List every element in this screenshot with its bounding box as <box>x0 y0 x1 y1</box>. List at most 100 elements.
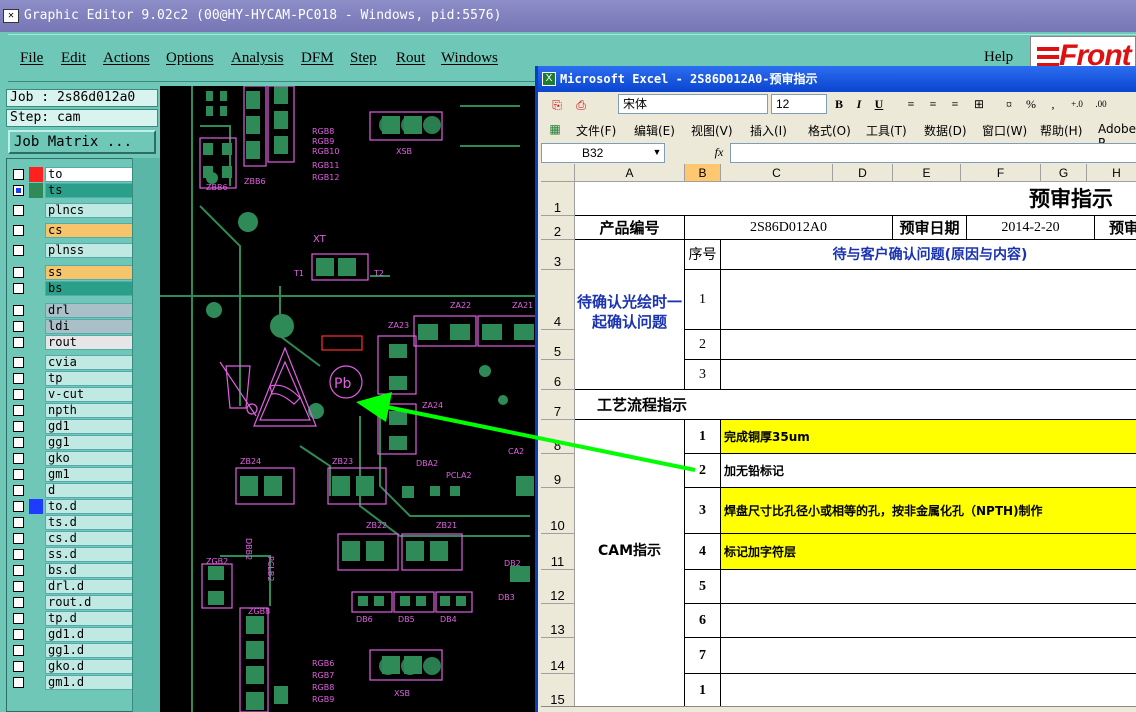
question-header[interactable]: 待与客户确认问题(原因与内容) <box>721 240 1136 270</box>
layer-row[interactable]: to <box>9 167 135 182</box>
layer-name[interactable]: tp <box>45 371 135 386</box>
product-number-value[interactable]: 2S86D012A0 <box>685 216 893 240</box>
layer-checkbox[interactable] <box>13 533 24 544</box>
cam-instruction-label[interactable]: CAM指示 <box>575 420 685 708</box>
sequence-header[interactable]: 序号 <box>685 240 721 270</box>
layer-checkbox[interactable] <box>13 169 24 180</box>
layer-checkbox[interactable] <box>13 597 24 608</box>
layer-row[interactable]: gg1.d <box>9 643 135 658</box>
font-size-select[interactable]: 12 <box>771 94 827 114</box>
row-header[interactable]: 12 <box>541 570 575 604</box>
layer-checkbox[interactable] <box>13 581 24 592</box>
layer-row[interactable]: plnss <box>9 243 135 258</box>
layer-checkbox[interactable] <box>13 501 24 512</box>
layer-row[interactable]: gd1.d <box>9 627 135 642</box>
menu-windows[interactable]: Windows <box>441 50 498 67</box>
layer-checkbox[interactable] <box>13 267 24 278</box>
layer-name[interactable]: drl.d <box>45 579 135 594</box>
layer-name[interactable]: cs <box>45 223 135 238</box>
layer-name[interactable]: rout.d <box>45 595 135 610</box>
column-header[interactable]: C <box>721 164 833 182</box>
name-box[interactable]: B32 <box>541 143 665 163</box>
menu-step[interactable]: Step <box>350 50 377 67</box>
excel-menu-help[interactable]: 帮助(H) <box>1040 122 1082 139</box>
menu-actions[interactable]: Actions <box>103 50 150 67</box>
layer-name[interactable]: d <box>45 483 135 498</box>
excel-menu-data[interactable]: 数据(D) <box>924 122 967 139</box>
layer-row[interactable]: d <box>9 483 135 498</box>
layer-name[interactable]: ldi <box>45 319 135 334</box>
layer-color-swatch[interactable] <box>29 659 43 674</box>
layer-row[interactable]: gm1.d <box>9 675 135 690</box>
menu-analysis[interactable]: Analysis <box>231 50 284 67</box>
layer-row[interactable]: v-cut <box>9 387 135 402</box>
cam-item-cell[interactable]: 完成铜厚35um <box>721 420 1136 454</box>
layer-color-swatch[interactable] <box>29 319 43 334</box>
layer-checkbox[interactable] <box>13 185 24 196</box>
layer-color-swatch[interactable] <box>29 303 43 318</box>
system-menu-icon[interactable]: ✕ <box>3 9 19 23</box>
row-header[interactable]: 14 <box>541 638 575 674</box>
layer-color-swatch[interactable] <box>29 419 43 434</box>
cam-item-number[interactable]: 1 <box>685 420 721 454</box>
row-header[interactable]: 13 <box>541 604 575 638</box>
menu-dfm[interactable]: DFM <box>301 50 334 67</box>
layer-list-scrollbar[interactable] <box>132 158 160 712</box>
excel-doc-icon[interactable]: ▦ <box>546 120 564 138</box>
layer-checkbox[interactable] <box>13 305 24 316</box>
layer-checkbox[interactable] <box>13 453 24 464</box>
excel-menu-insert[interactable]: 插入(I) <box>750 122 787 139</box>
layer-color-swatch[interactable] <box>29 595 43 610</box>
layer-row[interactable]: cs.d <box>9 531 135 546</box>
row-header[interactable]: 7 <box>541 390 575 420</box>
row-header[interactable]: 9 <box>541 454 575 488</box>
cam-item-number[interactable]: 3 <box>685 488 721 534</box>
layer-row[interactable]: tp <box>9 371 135 386</box>
cam-item-cell[interactable] <box>721 638 1136 674</box>
layer-row[interactable]: gko.d <box>9 659 135 674</box>
layer-name[interactable]: ss <box>45 265 135 280</box>
insert-function-icon[interactable]: fx <box>710 143 728 161</box>
excel-title-bar[interactable]: Microsoft Excel - 2S86D012A0-预审指示 <box>538 66 1136 92</box>
layer-row[interactable]: drl.d <box>9 579 135 594</box>
layer-row[interactable]: gm1 <box>9 467 135 482</box>
layer-color-swatch[interactable] <box>29 515 43 530</box>
select-all-corner[interactable] <box>541 164 575 182</box>
layer-name[interactable]: plnss <box>45 243 135 258</box>
layer-name[interactable]: tp.d <box>45 611 135 626</box>
reviewer-label[interactable]: 预审 <box>1095 216 1136 240</box>
sheet-title-cell[interactable]: 预审指示 <box>575 182 1136 216</box>
layer-color-swatch[interactable] <box>29 563 43 578</box>
align-center-icon[interactable]: ≡ <box>924 95 942 113</box>
sequence-number[interactable]: 3 <box>685 360 721 390</box>
menu-edit[interactable]: Edit <box>61 50 86 67</box>
layer-name[interactable]: ts.d <box>45 515 135 530</box>
layer-row[interactable]: rout <box>9 335 135 350</box>
question-content-cell[interactable] <box>721 270 1136 330</box>
layer-row[interactable]: ts <box>9 183 135 198</box>
sequence-number[interactable]: 2 <box>685 330 721 360</box>
underline-icon[interactable]: U <box>870 95 888 113</box>
layer-color-swatch[interactable] <box>29 499 43 514</box>
job-matrix-button[interactable]: Job Matrix ... <box>8 130 156 154</box>
sequence-number[interactable]: 1 <box>685 270 721 330</box>
layer-color-swatch[interactable] <box>29 435 43 450</box>
layer-row[interactable]: gg1 <box>9 435 135 450</box>
layer-row[interactable]: npth <box>9 403 135 418</box>
pdf-convert-icon[interactable]: ⎙ <box>572 96 590 114</box>
layer-color-swatch[interactable] <box>29 243 43 258</box>
row-header[interactable]: 5 <box>541 330 575 360</box>
cam-item-cell[interactable]: 焊盘尺寸比孔径小或相等的孔，按非金属化孔（NPTH)制作 <box>721 488 1136 534</box>
layer-color-swatch[interactable] <box>29 627 43 642</box>
column-header[interactable]: B <box>685 164 721 182</box>
layer-row[interactable]: to.d <box>9 499 135 514</box>
layer-name[interactable]: plncs <box>45 203 135 218</box>
layer-color-swatch[interactable] <box>29 643 43 658</box>
layer-row[interactable]: ss <box>9 265 135 280</box>
layer-color-swatch[interactable] <box>29 265 43 280</box>
review-date-label[interactable]: 预审日期 <box>893 216 967 240</box>
layer-name[interactable]: gd1.d <box>45 627 135 642</box>
cam-item-number[interactable]: 2 <box>685 454 721 488</box>
layer-color-swatch[interactable] <box>29 335 43 350</box>
layer-row[interactable]: rout.d <box>9 595 135 610</box>
